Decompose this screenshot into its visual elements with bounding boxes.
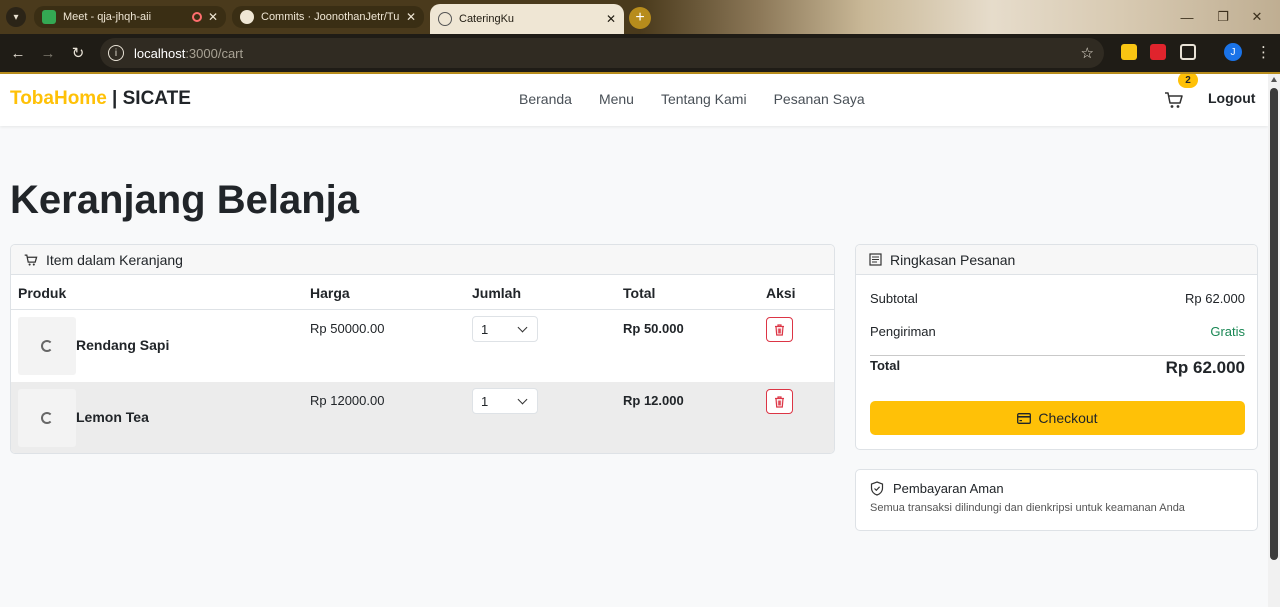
checkout-label: Checkout — [1038, 410, 1098, 426]
browser-toolbar: ← → ↻ i localhost:3000/cart ☆ J ⋮ — [0, 34, 1280, 72]
extensions-puzzle-icon[interactable] — [1180, 44, 1196, 60]
checkout-button[interactable]: Checkout — [870, 401, 1245, 435]
site-info-icon[interactable]: i — [108, 45, 124, 61]
nav-link-beranda[interactable]: Beranda — [519, 91, 572, 107]
new-tab-button[interactable]: + — [629, 7, 651, 29]
nav-link-tentang-kami[interactable]: Tentang Kami — [661, 91, 747, 107]
profile-avatar[interactable]: J — [1224, 43, 1242, 61]
bookmark-star-icon[interactable]: ☆ — [1081, 44, 1094, 62]
close-icon[interactable]: ✕ — [406, 10, 416, 24]
product-total: Rp 12.000 — [623, 393, 684, 408]
browser-tab-strip: ▾ Meet - qja-jhqh-aii ✕ Commits · Joonot… — [0, 0, 1280, 34]
table-row: Lemon Tea Rp 12000.00 1 Rp 12.000 — [11, 382, 834, 453]
table-row: Rendang Sapi Rp 50000.00 1 Rp 50.000 — [11, 310, 834, 382]
product-image-placeholder — [18, 389, 76, 447]
product-price: Rp 50000.00 — [310, 321, 385, 336]
browser-tab-cateringku[interactable]: CateringKu ✕ — [430, 4, 624, 34]
scrollbar-thumb[interactable] — [1270, 88, 1278, 560]
secure-payment-description: Semua transaksi dilindungi dan dienkrips… — [870, 502, 1185, 514]
column-header-aksi: Aksi — [766, 285, 796, 301]
subtotal-row: Subtotal Rp 62.000 — [870, 291, 1245, 306]
nav-links: Beranda Menu Tentang Kami Pesanan Saya — [519, 91, 865, 107]
brand-logo[interactable]: TobaHome | SICATE — [10, 88, 191, 110]
total-label: Total — [870, 358, 901, 373]
column-header-jumlah: Jumlah — [472, 285, 522, 301]
url-text: localhost:3000/cart — [134, 45, 244, 61]
cart-card-title: Item dalam Keranjang — [46, 251, 183, 268]
loading-spinner-icon — [41, 412, 53, 424]
quantity-select[interactable]: 1 — [472, 316, 538, 342]
loading-spinner-icon — [41, 340, 53, 352]
page-content: TobaHome | SICATE Beranda Menu Tentang K… — [0, 74, 1268, 607]
trash-icon — [775, 323, 784, 336]
column-header-produk: Produk — [18, 285, 67, 301]
scroll-up-icon[interactable] — [1271, 77, 1277, 82]
tab-title: Commits · JoonothanJetr/Tubes — [261, 11, 400, 23]
close-icon[interactable]: ✕ — [606, 12, 616, 26]
nav-link-menu[interactable]: Menu — [599, 91, 634, 107]
summary-card-header: Ringkasan Pesanan — [856, 245, 1257, 275]
trash-icon — [775, 395, 784, 408]
address-bar[interactable]: i localhost:3000/cart ☆ — [100, 38, 1104, 68]
cart-card-header: Item dalam Keranjang — [11, 245, 834, 275]
shipping-value: Gratis — [1210, 324, 1245, 339]
logout-link[interactable]: Logout — [1208, 90, 1255, 106]
column-header-harga: Harga — [310, 285, 350, 301]
product-name: Rendang Sapi — [76, 337, 170, 353]
shipping-label: Pengiriman — [870, 324, 936, 339]
page-scrollbar[interactable] — [1268, 74, 1280, 607]
product-image-placeholder — [18, 317, 76, 375]
secure-payment-title: Pembayaran Aman — [870, 481, 1004, 496]
subtotal-label: Subtotal — [870, 291, 918, 306]
extension-red-icon[interactable] — [1150, 44, 1166, 60]
delete-item-button[interactable] — [766, 317, 793, 342]
subtotal-value: Rp 62.000 — [1185, 291, 1245, 306]
order-summary-card: Ringkasan Pesanan Subtotal Rp 62.000 Pen… — [855, 244, 1258, 450]
browser-tab-meet[interactable]: Meet - qja-jhqh-aii ✕ — [34, 6, 226, 28]
close-window-button[interactable]: ✕ — [1234, 0, 1280, 34]
cart-items-card: Item dalam Keranjang Produk Harga Jumlah… — [10, 244, 835, 454]
tab-title: CateringKu — [459, 13, 515, 25]
cart-count-badge: 2 — [1178, 74, 1198, 88]
chevron-down-icon — [517, 322, 528, 333]
product-price: Rp 12000.00 — [310, 393, 385, 408]
secure-title-text: Pembayaran Aman — [893, 481, 1004, 496]
reload-icon[interactable]: ↻ — [68, 43, 88, 63]
tab-title: Meet - qja-jhqh-aii — [63, 11, 152, 23]
tab-search-chevron-icon[interactable]: ▾ — [6, 7, 26, 27]
secure-payment-card: Pembayaran Aman Semua transaksi dilindun… — [855, 469, 1258, 531]
globe-icon — [438, 12, 452, 26]
total-row: Total Rp 62.000 — [870, 358, 1245, 378]
nav-link-pesanan-saya[interactable]: Pesanan Saya — [774, 91, 865, 107]
page-title: Keranjang Belanja — [10, 178, 360, 222]
back-arrow-icon[interactable]: ← — [8, 43, 28, 63]
github-icon — [240, 10, 254, 24]
cart-icon[interactable] — [1164, 90, 1184, 110]
recording-icon — [191, 12, 202, 22]
credit-card-icon — [1017, 412, 1032, 424]
close-icon[interactable]: ✕ — [208, 10, 218, 24]
meet-icon — [42, 10, 56, 24]
more-menu-icon[interactable]: ⋮ — [1256, 43, 1271, 61]
extension-yellow-icon[interactable] — [1121, 44, 1137, 60]
shield-check-icon — [870, 481, 884, 496]
site-navbar: TobaHome | SICATE Beranda Menu Tentang K… — [0, 74, 1268, 126]
summary-card-title: Ringkasan Pesanan — [890, 251, 1016, 268]
product-total: Rp 50.000 — [623, 321, 684, 336]
summary-divider — [870, 355, 1245, 356]
chevron-down-icon — [517, 394, 528, 405]
delete-item-button[interactable] — [766, 389, 793, 414]
cart-icon — [24, 253, 38, 266]
forward-arrow-icon[interactable]: → — [38, 43, 58, 63]
browser-tab-github[interactable]: Commits · JoonothanJetr/Tubes ✕ — [232, 6, 424, 28]
receipt-icon — [869, 253, 882, 266]
column-header-total: Total — [623, 285, 656, 301]
total-value: Rp 62.000 — [1165, 358, 1245, 377]
shipping-row: Pengiriman Gratis — [870, 324, 1245, 339]
quantity-select[interactable]: 1 — [472, 388, 538, 414]
product-name: Lemon Tea — [76, 409, 149, 425]
